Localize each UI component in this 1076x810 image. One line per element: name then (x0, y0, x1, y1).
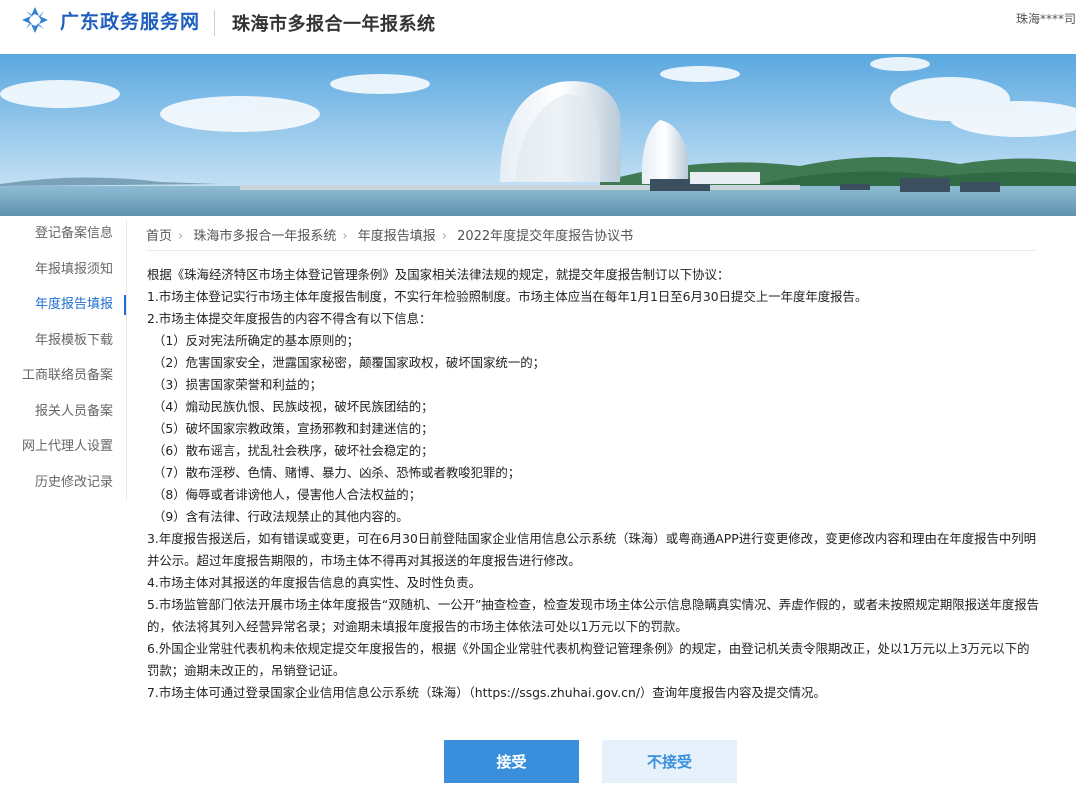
agreement-subitem: （1）反对宪法所确定的基本原则的； (153, 333, 360, 348)
agreement-subitem: （8）侮辱或者诽谤他人，侵害他人合法权益的； (153, 487, 422, 502)
agreement-item-6: 6.外国企业常驻代表机构未依规定提交年度报告的，根据《外国企业常驻代表机构登记管… (147, 641, 1030, 678)
agreement-item-7: 7.市场主体可通过登录国家企业信用信息公示系统（珠海）（https://ssgs… (147, 685, 826, 700)
breadcrumb-annual-report[interactable]: 年度报告填报 (358, 229, 436, 244)
agreement-subitem: （5）破坏国家宗教政策，宣扬邪教和封建迷信的； (153, 421, 434, 436)
agreement-subitem: （7）散布淫秽、色情、赌博、暴力、凶杀、恐怖或者教唆犯罪的； (153, 465, 521, 480)
agreement-item-3: 3.年度报告报送后，如有错误或变更，可在6月30日前登陆国家企业信用信息公示系统… (147, 531, 1037, 568)
user-name[interactable]: 珠海****司 (1016, 10, 1076, 27)
breadcrumb-system[interactable]: 珠海市多报合一年报系统 (193, 229, 336, 244)
agreement-item-5: 5.市场监管部门依法开展市场主体年度报告“双随机、一公开”抽查检查，检查发现市场… (147, 597, 1040, 634)
chevron-right-icon: › (342, 229, 348, 244)
agreement-subitem: （2）危害国家安全，泄露国家秘密，颠覆国家政权，破坏国家统一的； (153, 355, 545, 370)
agreement-subitem: （4）煽动民族仇恨、民族歧视，破坏民族团结的； (153, 399, 434, 414)
agreement-subitem: （3）损害国家荣誉和利益的； (153, 377, 322, 392)
brand-logo-link[interactable]: 广东政务服务网 (20, 6, 200, 34)
sidebar-item[interactable]: 年报填报须知 (0, 252, 127, 288)
accept-button[interactable]: 接受 (444, 740, 579, 783)
top-header: 广东政务服务网 珠海市多报合一年报系统 珠海****司 (0, 0, 1076, 55)
reject-button[interactable]: 不接受 (602, 740, 737, 783)
agreement-intro: 根据《珠海经济特区市场主体登记管理条例》及国家相关法律法规的规定，就提交年度报告… (147, 267, 730, 282)
agreement-item-4: 4.市场主体对其报送的年度报告信息的真实性、及时性负责。 (147, 575, 481, 590)
sidebar-nav: 登记备案信息 年报填报须知 年度报告填报 年报模板下载 工商联络员备案 报关人员备案 网上代… (0, 216, 127, 500)
sidebar-item[interactable]: 登记备案信息 (0, 216, 127, 252)
sidebar-item[interactable]: 年报模板下载 (0, 323, 127, 359)
sidebar-item[interactable]: 历史修改记录 (0, 465, 127, 501)
sidebar-item[interactable]: 年度报告填报 (0, 287, 127, 323)
breadcrumb-home[interactable]: 首页 (146, 229, 172, 244)
agreement-item-1: 1.市场主体登记实行市场主体年度报告制度，不实行年检验照制度。市场主体应当在每年… (147, 289, 868, 304)
agreement-text: 根据《珠海经济特区市场主体登记管理条例》及国家相关法律法规的规定，就提交年度报告… (147, 264, 1039, 704)
breadcrumb-current: 2022年度提交年度报告协议书 (457, 229, 634, 244)
sidebar-divider (126, 220, 127, 500)
sidebar-item[interactable]: 工商联络员备案 (0, 358, 127, 394)
agreement-item-2: 2.市场主体提交年度报告的内容不得含有以下信息： (147, 311, 432, 326)
chevron-right-icon: › (178, 229, 184, 244)
agreement-subitem: （9）含有法律、行政法规禁止的其他内容的。 (153, 509, 409, 524)
header-divider (214, 10, 215, 36)
agreement-subitem: （6）散布谣言，扰乱社会秩序，破坏社会稳定的； (153, 443, 434, 458)
system-title: 珠海市多报合一年报系统 (232, 14, 436, 35)
gd-logo-icon (22, 7, 48, 33)
banner-image (0, 54, 1076, 216)
sidebar-item[interactable]: 网上代理人设置 (0, 429, 127, 465)
brand-name: 广东政务服务网 (60, 10, 201, 33)
chevron-right-icon: › (441, 229, 447, 244)
breadcrumb: 首页 › 珠海市多报合一年报系统 › 年度报告填报 › 2022年度提交年度报告协议书 (146, 225, 1036, 251)
sidebar-item[interactable]: 报关人员备案 (0, 394, 127, 430)
